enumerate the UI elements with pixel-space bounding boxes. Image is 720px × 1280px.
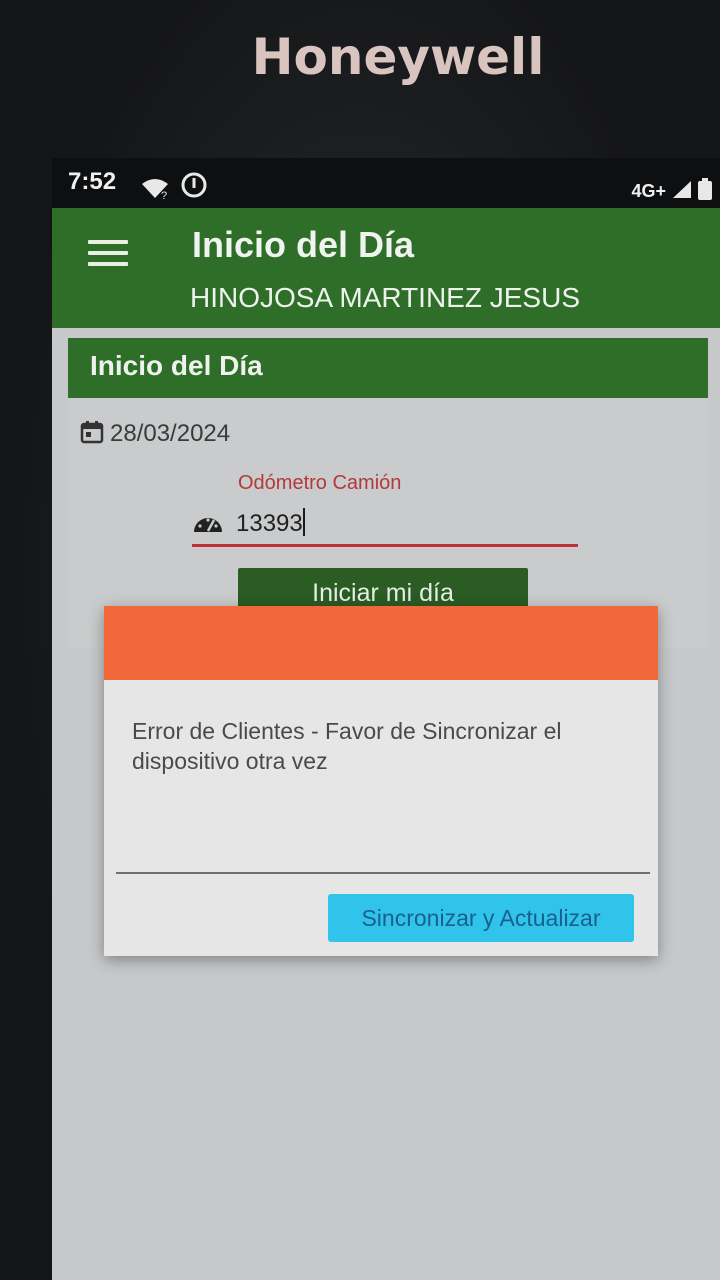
network-type-label: 4G+ xyxy=(631,181,666,201)
dialog-message: Error de Clientes - Favor de Sincronizar… xyxy=(132,718,562,774)
user-name: HINOJOSA MARTINEZ JESUS xyxy=(190,282,580,313)
hamburger-menu-icon[interactable] xyxy=(88,240,128,270)
device-frame: Honeywell 7:52 ? 4G+ Inicio del Día HINO… xyxy=(0,0,720,1280)
status-icons-left: ? xyxy=(140,172,208,205)
dialog-header xyxy=(104,606,658,680)
error-dialog: Error de Clientes - Favor de Sincronizar… xyxy=(104,606,658,956)
app-bar: Inicio del Día HINOJOSA MARTINEZ JESUS xyxy=(52,208,720,328)
odometer-value: 13393 xyxy=(236,508,305,537)
dialog-divider xyxy=(116,872,650,874)
card-header: Inicio del Día xyxy=(68,338,708,398)
odometer-input[interactable]: 13393 xyxy=(192,508,578,547)
battery-icon xyxy=(698,178,712,200)
odometer-label: Odómetro Camión xyxy=(238,472,402,494)
phone-screen: 7:52 ? 4G+ Inicio del Día HINOJOSA MARTI… xyxy=(52,158,720,1280)
status-time: 7:52 xyxy=(68,168,117,195)
date-value: 28/03/2024 xyxy=(110,420,231,447)
sync-update-button[interactable]: Sincronizar y Actualizar xyxy=(328,894,634,942)
card-title: Inicio del Día xyxy=(90,350,263,381)
device-brand-logo: Honeywell xyxy=(251,28,545,86)
calendar-icon xyxy=(80,421,104,444)
signal-icon xyxy=(672,181,691,198)
alert-circle-icon xyxy=(181,172,207,198)
status-icons-right: 4G+ xyxy=(631,178,712,202)
wifi-question-icon: ? xyxy=(142,179,168,202)
start-day-card: Inicio del Día 28/03/2024 Odómetro Camió… xyxy=(68,338,708,648)
page-title: Inicio del Día xyxy=(192,224,415,265)
date-row: 28/03/2024 xyxy=(80,420,230,448)
status-bar: 7:52 ? 4G+ xyxy=(52,158,720,208)
speedometer-icon xyxy=(194,518,222,532)
svg-text:?: ? xyxy=(161,190,167,200)
